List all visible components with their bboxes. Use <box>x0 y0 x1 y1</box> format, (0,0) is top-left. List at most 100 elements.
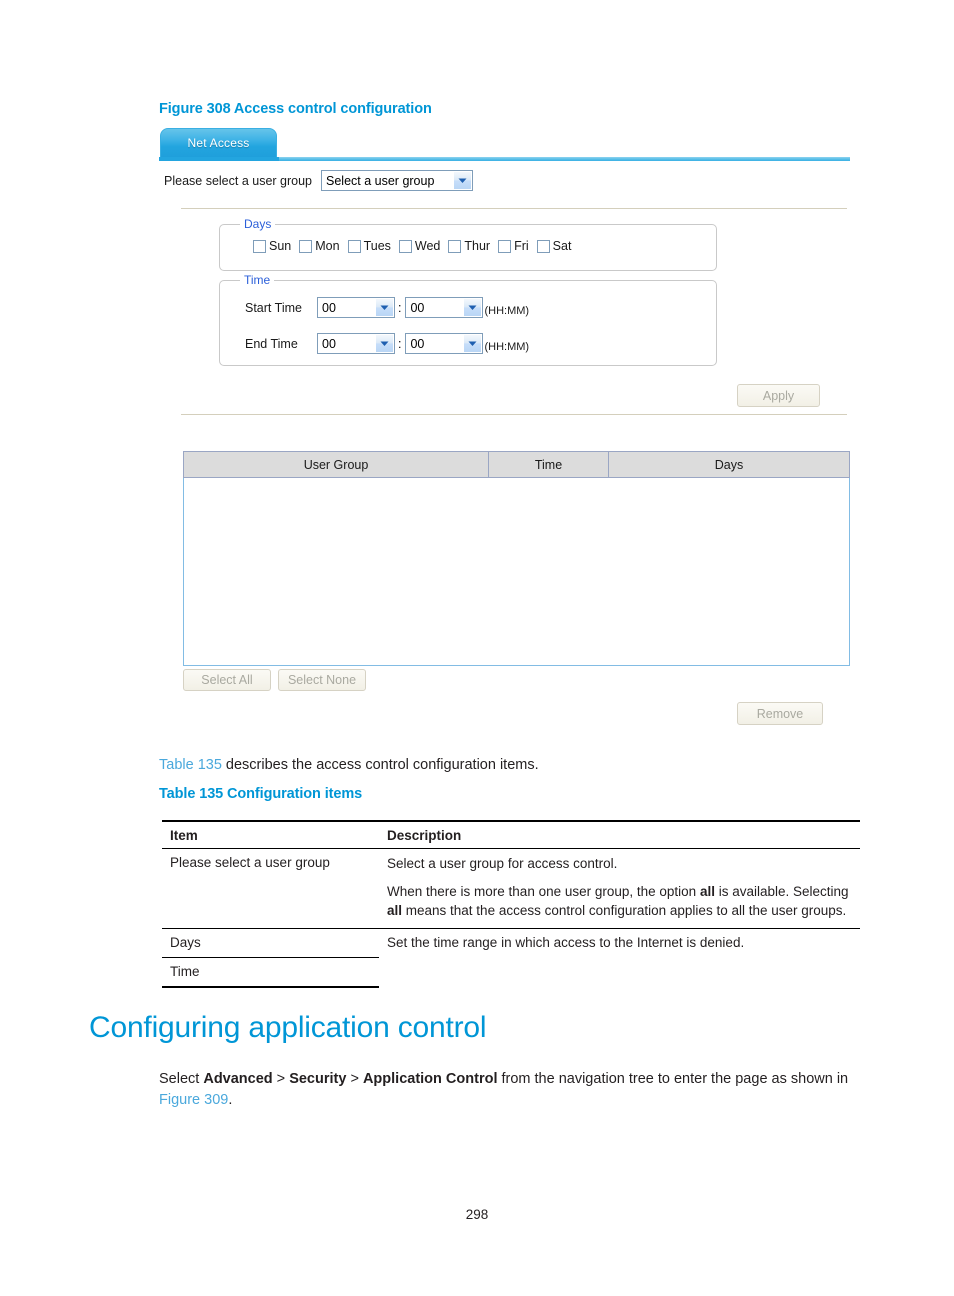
net-access-screenshot: Net Access Please select a user group Se… <box>159 128 850 728</box>
start-time-hour-select[interactable]: 00 <box>317 297 395 318</box>
user-group-select-value: Select a user group <box>326 173 435 188</box>
checkbox-tues[interactable]: Tues <box>347 239 391 253</box>
table-body-empty <box>183 478 850 666</box>
doc-table-head: Item Description <box>162 820 860 849</box>
select-navigation-paragraph: Select Advanced > Security > Application… <box>159 1069 865 1111</box>
select-none-button[interactable]: Select None <box>278 669 366 691</box>
desc-2a: When there is more than one user group, … <box>387 883 700 899</box>
user-group-label: Please select a user group <box>164 173 313 188</box>
nav-sep-2: > <box>346 1071 363 1087</box>
tab-net-access[interactable]: Net Access <box>160 128 277 157</box>
apply-button[interactable]: Apply <box>737 384 820 407</box>
doc-row-desc-user-group: Select a user group for access control. … <box>379 848 860 929</box>
tab-net-access-label: Net Access <box>187 136 250 150</box>
checkbox-box-wed[interactable] <box>398 239 412 253</box>
end-time-minute-select[interactable]: 00 <box>405 333 484 354</box>
checkbox-box-tues[interactable] <box>347 239 361 253</box>
configuration-items-table: Item Description Please select a user gr… <box>162 820 860 988</box>
desc-line-1: Select a user group for access control. <box>387 856 618 871</box>
column-header-time[interactable]: Time <box>489 452 609 477</box>
doc-row-item-days: Days <box>162 927 379 958</box>
chevron-down-icon[interactable] <box>375 335 393 352</box>
doc-table-body: Please select a user group Select a user… <box>162 848 860 988</box>
doc-row-item-user-group: Please select a user group <box>162 848 379 929</box>
checkbox-box-fri[interactable] <box>498 239 512 253</box>
end-time-hour-value: 00 <box>322 336 336 351</box>
select-suffix: . <box>228 1092 233 1109</box>
doc-row-desc-days-time: Set the time range in which access to th… <box>379 927 860 987</box>
chevron-down-icon[interactable] <box>463 335 482 352</box>
column-header-days[interactable]: Days <box>609 452 849 477</box>
desc-2e: means that the access control configurat… <box>402 902 847 918</box>
remove-button[interactable]: Remove <box>737 702 823 725</box>
table-header-row: User Group Time Days <box>183 451 850 478</box>
checkbox-label-mon: Mon <box>315 239 340 253</box>
checkbox-fri[interactable]: Fri <box>498 239 529 253</box>
tab-strip: Net Access <box>159 128 850 161</box>
checkbox-sun[interactable]: Sun <box>253 239 291 253</box>
end-time-format-hint: (HH:MM) <box>484 341 530 353</box>
start-time-minute-value: 00 <box>410 300 425 315</box>
chevron-down-icon[interactable] <box>375 299 393 316</box>
select-middle: from the navigation tree to enter the pa… <box>497 1071 849 1087</box>
nav-advanced: Advanced <box>203 1071 273 1087</box>
end-time-hour-select[interactable]: 00 <box>317 333 395 354</box>
access-control-table: User Group Time Days <box>183 451 850 666</box>
checkbox-label-sun: Sun <box>269 239 292 253</box>
select-all-button[interactable]: Select All <box>183 669 271 691</box>
start-time-label: Start Time <box>245 300 302 315</box>
table-row: Days Set the time range in which access … <box>162 927 860 987</box>
checkbox-thur[interactable]: Thur <box>448 239 490 253</box>
start-time-minute-select[interactable]: 00 <box>405 297 484 318</box>
column-header-user-group[interactable]: User Group <box>184 452 489 477</box>
end-time-row: End Time 00 : 00 (HH:MM) <box>245 333 529 354</box>
doc-column-header-item: Item <box>162 820 379 849</box>
page-number: 298 <box>465 1207 489 1222</box>
doc-table-header-row: Item Description <box>162 820 860 849</box>
page-title: Configuring application control <box>89 1011 487 1044</box>
checkbox-box-thur[interactable] <box>448 239 462 253</box>
desc-2b-all: all <box>699 883 715 899</box>
chevron-down-icon[interactable] <box>463 299 482 316</box>
nav-sep-1: > <box>272 1071 290 1087</box>
checkbox-label-thur: Thur <box>464 239 491 253</box>
checkbox-box-mon[interactable] <box>299 239 313 253</box>
tab-strip-underline-active <box>159 157 279 161</box>
table-intro-sentence: Table 135 describes the access control c… <box>159 755 539 776</box>
start-time-hour-value: 00 <box>322 300 336 315</box>
table-intro-rest: describes the access control configurati… <box>221 757 539 773</box>
chevron-down-icon[interactable] <box>453 172 472 189</box>
desc-2d-all: all <box>387 902 403 918</box>
user-group-select[interactable]: Select a user group <box>321 170 474 191</box>
checkbox-label-sat: Sat <box>552 239 572 253</box>
doc-row-item-time: Time <box>162 956 379 988</box>
table-row: Please select a user group Select a user… <box>162 848 860 929</box>
table-caption: Table 135 Configuration items <box>159 786 363 802</box>
divider-bottom <box>181 414 847 416</box>
figure-caption: Figure 308 Access control configuration <box>159 101 432 117</box>
table-135-link[interactable]: Table 135 <box>159 757 222 773</box>
divider-top <box>181 208 847 210</box>
checkbox-sat[interactable]: Sat <box>536 239 572 253</box>
days-fieldset: Days Sun Mon Tues Wed Thur Fri Sat <box>219 217 717 271</box>
figure-309-link[interactable]: Figure 309 <box>159 1092 228 1108</box>
desc-line-2: When there is more than one user group, … <box>387 883 856 921</box>
checkbox-mon[interactable]: Mon <box>299 239 340 253</box>
time-fieldset-legend: Time <box>240 273 275 287</box>
checkbox-label-fri: Fri <box>514 239 529 253</box>
start-time-format-hint: (HH:MM) <box>484 305 530 317</box>
start-time-row: Start Time 00 : 00 (HH:MM) <box>245 297 529 318</box>
start-time-separator: : <box>398 300 402 315</box>
nav-security: Security <box>289 1071 347 1087</box>
nav-application-control: Application Control <box>362 1071 498 1087</box>
days-fieldset-legend: Days <box>240 217 276 231</box>
checkbox-box-sun[interactable] <box>253 239 266 253</box>
days-checkbox-row: Sun Mon Tues Wed Thur Fri Sat <box>253 239 571 253</box>
end-time-label: End Time <box>245 336 298 351</box>
checkbox-box-sat[interactable] <box>536 239 550 253</box>
checkbox-label-tues: Tues <box>363 239 391 253</box>
checkbox-wed[interactable]: Wed <box>398 239 440 253</box>
desc-2c: is available. Selecting <box>714 883 849 899</box>
time-fieldset: Time Start Time 00 : 00 (HH:MM) End Time… <box>219 273 717 366</box>
user-group-row: Please select a user group Select a user… <box>164 170 474 191</box>
